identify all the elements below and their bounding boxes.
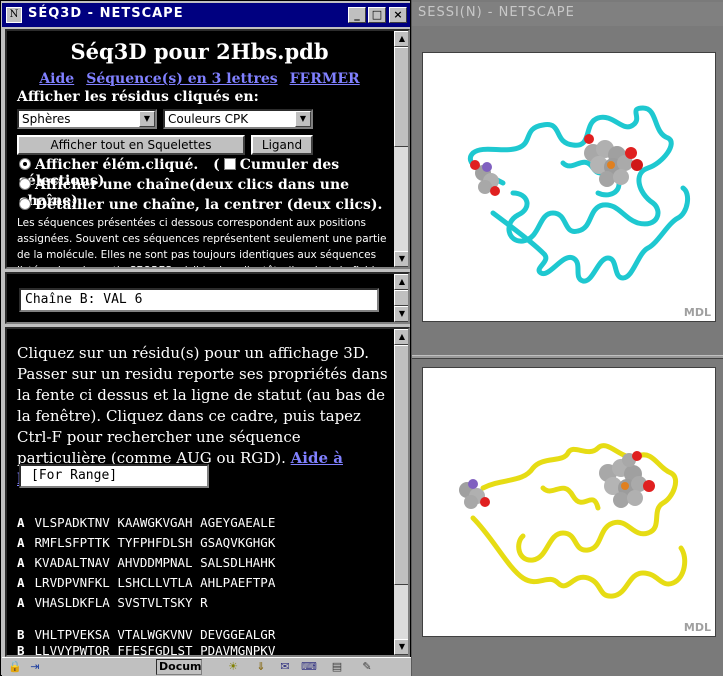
sequence-row[interactable]: B LLVVYPWTQR FFESFGDLST PDAVMGNPKV xyxy=(17,643,276,657)
chain-label: B xyxy=(17,643,25,657)
edit-icon[interactable]: ✎ xyxy=(358,660,376,674)
color-select-value: Couleurs CPK xyxy=(168,112,249,126)
title-bar[interactable]: N SÉQ3D - NETSCAPE _ □ × xyxy=(2,3,410,27)
minimize-button[interactable]: _ xyxy=(348,7,366,23)
page-title: Séq3D pour 2Hbs.pdb xyxy=(70,39,329,64)
window-title: SÉQ3D - NETSCAPE xyxy=(28,6,184,21)
window-title: SESSI(N) - NETSCAPE xyxy=(418,5,575,20)
scroll-thumb[interactable] xyxy=(394,345,408,585)
seq3d-window: N SÉQ3D - NETSCAPE _ □ × Séq3D pour 2Hbs… xyxy=(0,0,411,676)
close-button[interactable]: × xyxy=(389,7,407,23)
status-bar: 🔒 ⇥ Docume ☀ ⇓ ✉ ⌨ ▤ ✎ xyxy=(2,657,411,676)
sequence-frame: Cliquez sur un résidu(s) pour un afficha… xyxy=(5,327,410,657)
option-label: Détailler une chaîne, la centrer (deux c… xyxy=(35,197,383,213)
mdl-logo: MDL xyxy=(683,621,711,634)
chain-label: A xyxy=(17,575,25,590)
molecule-viewer-top[interactable]: MDL xyxy=(422,52,716,322)
maximize-button[interactable]: □ xyxy=(368,7,386,23)
color-select[interactable]: Couleurs CPK ▼ xyxy=(163,109,313,129)
show-all-skeleton-button[interactable]: Afficher tout en Squelettes xyxy=(17,135,245,155)
sequence-row[interactable]: A VLSPADKTNV KAAWGKVGAH AGEYGAEALE xyxy=(17,515,275,530)
residue-info-field[interactable]: Chaîne B: VAL 6 xyxy=(19,288,379,312)
scroll-down-icon[interactable]: ▼ xyxy=(394,306,408,322)
link-bar: Aide Séquence(s) en 3 lettres FERMER xyxy=(7,71,392,87)
sequence-text[interactable]: RMFLSFPTTK TYFPHFDLSH GSAQVKGHGK xyxy=(35,535,276,550)
protein-ribbon-image xyxy=(459,443,688,599)
sequence-description: Les séquences présentées ci dessous corr… xyxy=(17,217,387,267)
style-select-value: Sphères xyxy=(22,112,71,126)
vertical-scrollbar[interactable]: ▲ ▼ xyxy=(394,329,408,655)
option-label: Afficher élém.cliqué. xyxy=(35,157,199,173)
news-icon[interactable]: ⌨ xyxy=(300,660,318,674)
cumulate-checkbox[interactable] xyxy=(223,158,236,170)
chain-label: A xyxy=(17,595,25,610)
mail-icon[interactable]: ✉ xyxy=(276,660,294,674)
radio-icon[interactable] xyxy=(19,178,31,190)
range-field[interactable]: [For Range] xyxy=(19,464,209,488)
help-link[interactable]: Aide xyxy=(39,71,74,87)
scroll-up-icon[interactable]: ▲ xyxy=(394,274,408,290)
controls-frame: Séq3D pour 2Hbs.pdb Aide Séquence(s) en 3… xyxy=(5,29,410,269)
sun-icon[interactable]: ☀ xyxy=(224,660,242,674)
radio-icon[interactable] xyxy=(19,158,31,170)
style-select[interactable]: Sphères ▼ xyxy=(17,109,157,129)
molecule-viewer-bottom[interactable]: MDL xyxy=(422,367,716,637)
scroll-thumb[interactable] xyxy=(394,290,408,306)
ligand-button[interactable]: Ligand xyxy=(251,135,313,155)
scroll-down-icon[interactable]: ▼ xyxy=(394,639,408,655)
scroll-down-icon[interactable]: ▼ xyxy=(394,251,408,267)
vertical-scrollbar[interactable]: ▲ ▼ xyxy=(394,31,408,267)
three-letter-sequence-link[interactable]: Séquence(s) en 3 lettres xyxy=(86,71,277,87)
download-icon[interactable]: ⇓ xyxy=(252,660,270,674)
status-frame: Chaîne B: VAL 6 ▲ ▼ xyxy=(5,272,410,324)
chevron-down-icon[interactable]: ▼ xyxy=(295,111,311,127)
sequence-text[interactable]: LRVDPVNFKL LSHCLLVTLA AHLPAEFTPA xyxy=(35,575,276,590)
scroll-up-icon[interactable]: ▲ xyxy=(394,31,408,47)
scroll-up-icon[interactable]: ▲ xyxy=(394,329,408,345)
cumulate-prefix: ( xyxy=(213,157,220,173)
mdl-logo: MDL xyxy=(683,306,711,319)
sequence-row[interactable]: A VHASLDKFLA SVSTVLTSKY R xyxy=(17,595,208,610)
sequence-row[interactable]: A LRVDPVNFKL LSHCLLVTLA AHLPAEFTPA xyxy=(17,575,275,590)
display-residues-label: Afficher les résidus cliqués en: xyxy=(17,89,259,105)
sequence-row[interactable]: B VHLTPVEKSA VTALWGKVNV DEVGGEALGR xyxy=(17,627,275,642)
protein-ribbon-image xyxy=(468,105,691,284)
session-window: SESSI(N) - NETSCAPE MDL MDL xyxy=(412,0,723,676)
sequence-row[interactable]: A RMFLSFPTTK TYFPHFDLSH GSAQVKGHGK xyxy=(17,535,275,550)
sequence-text[interactable]: KVADALTNAV AHVDDMPNAL SALSDLHAHK xyxy=(35,555,276,570)
title-bar[interactable]: SESSI(N) - NETSCAPE xyxy=(412,2,723,26)
sequence-text[interactable]: VLSPADKTNV KAAWGKVGAH AGEYGAEALE xyxy=(35,515,276,530)
scroll-thumb[interactable] xyxy=(394,47,408,147)
chain-label: A xyxy=(17,535,25,550)
radio-icon[interactable] xyxy=(19,198,31,210)
sequence-text[interactable]: VHLTPVEKSA VTALWGKVNV DEVGGEALGR xyxy=(35,627,276,642)
frame-divider[interactable] xyxy=(412,355,723,359)
vertical-scrollbar[interactable]: ▲ ▼ xyxy=(394,274,408,322)
sequence-row[interactable]: A KVADALTNAV AHVDDMPNAL SALSDLHAHK xyxy=(17,555,275,570)
chain-label: A xyxy=(17,555,25,570)
document-status: Docume xyxy=(156,659,202,675)
connection-icon[interactable]: ⇥ xyxy=(26,660,44,674)
option-detail-chain[interactable]: Détailler une chaîne, la centrer (deux c… xyxy=(19,197,382,213)
chevron-down-icon[interactable]: ▼ xyxy=(139,111,155,127)
chain-label: B xyxy=(17,627,25,642)
component-icon[interactable]: ▤ xyxy=(328,660,346,674)
sequence-text[interactable]: VHASLDKFLA SVSTVLTSKY R xyxy=(35,595,208,610)
close-link[interactable]: FERMER xyxy=(290,71,360,87)
netscape-icon[interactable]: N xyxy=(6,7,22,23)
chain-label: A xyxy=(17,515,25,530)
security-lock-icon[interactable]: 🔒 xyxy=(6,660,24,674)
sequence-text[interactable]: LLVVYPWTQR FFESFGDLST PDAVMGNPKV xyxy=(35,643,276,655)
